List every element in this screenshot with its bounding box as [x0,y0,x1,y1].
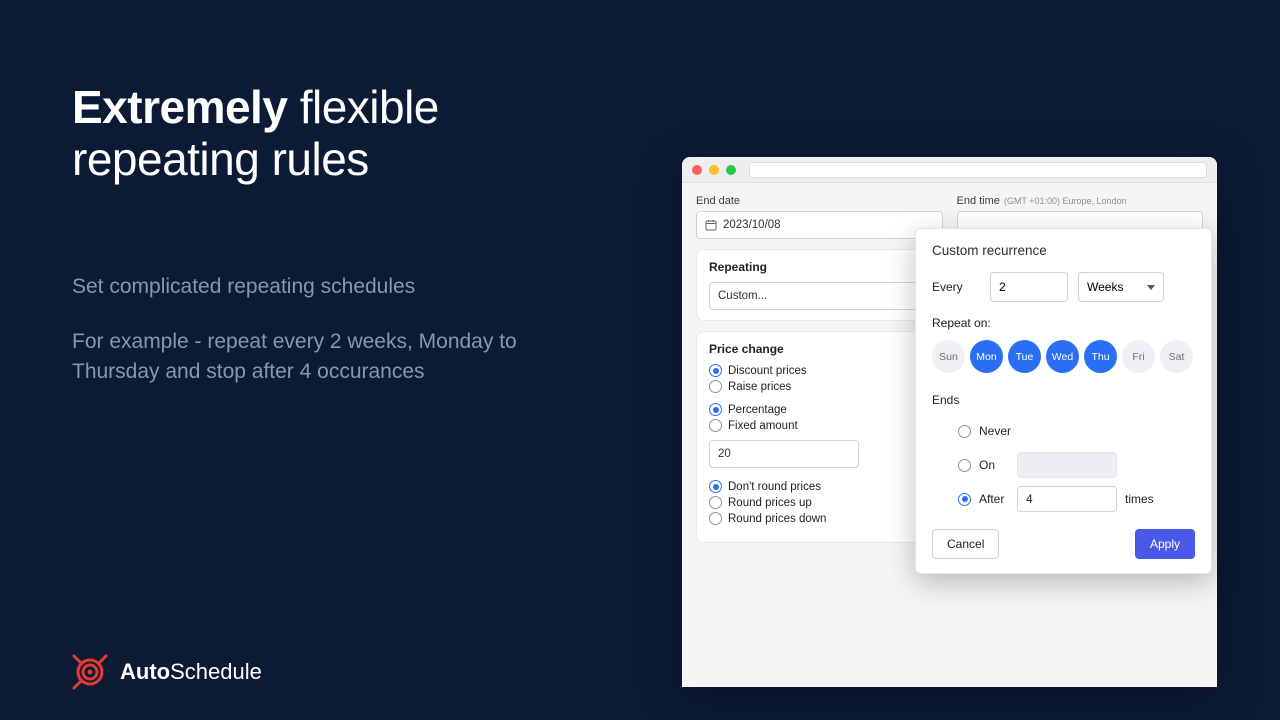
ends-on-date-input[interactable] [1017,452,1117,478]
end-date-input[interactable]: 2023/10/08 [696,211,943,239]
day-toggle-wed[interactable]: Wed [1046,340,1079,373]
day-toggle-sun[interactable]: Sun [932,340,965,373]
popover-title: Custom recurrence [932,243,1195,258]
every-input[interactable]: 2 [990,272,1068,302]
target-icon [72,654,108,690]
ends-after-option[interactable]: After 4 times [958,485,1195,513]
day-toggle-mon[interactable]: Mon [970,340,1003,373]
amount-input[interactable]: 20 [709,440,859,468]
calendar-icon [705,219,717,231]
radio-icon [958,493,971,506]
end-date-value: 2023/10/08 [723,219,781,231]
repeat-on-label: Repeat on: [932,316,1195,330]
unit-select[interactable]: Weeks [1078,272,1164,302]
subheading-2: For example - repeat every 2 weeks, Mond… [72,327,592,388]
ends-after-count-input[interactable]: 4 [1017,486,1117,512]
subheading-1: Set complicated repeating schedules [72,275,592,299]
radio-icon [709,419,722,432]
maximize-icon[interactable] [726,165,736,175]
every-label: Every [932,280,980,294]
window-titlebar [682,157,1217,183]
marketing-panel: Extremely flexible repeating rules Set c… [72,82,592,388]
timezone-hint: (GMT +01:00) Europe, London [1004,196,1127,206]
cancel-button[interactable]: Cancel [932,529,999,559]
radio-icon [709,480,722,493]
end-date-label: End date [696,195,943,207]
headline: Extremely flexible repeating rules [72,82,592,185]
day-toggle-thu[interactable]: Thu [1084,340,1117,373]
custom-recurrence-popover: Custom recurrence Every 2 Weeks Repeat o… [915,228,1212,574]
radio-icon [709,512,722,525]
apply-button[interactable]: Apply [1135,529,1195,559]
ends-label: Ends [932,393,1195,407]
radio-icon [709,403,722,416]
radio-icon [709,496,722,509]
chevron-down-icon [1147,285,1155,290]
address-bar[interactable] [749,162,1207,178]
radio-icon [958,459,971,472]
day-toggle-tue[interactable]: Tue [1008,340,1041,373]
radio-icon [709,364,722,377]
end-time-label: End time (GMT +01:00) Europe, London [957,195,1204,207]
day-picker: SunMonTueWedThuFriSat [932,340,1195,373]
ends-on-option[interactable]: On [958,451,1195,479]
day-toggle-sat[interactable]: Sat [1160,340,1193,373]
day-toggle-fri[interactable]: Fri [1122,340,1155,373]
close-icon[interactable] [692,165,702,175]
brand-logo: AutoSchedule [72,654,262,690]
headline-bold: Extremely [72,81,287,133]
brand-name: AutoSchedule [120,659,262,685]
radio-icon [709,380,722,393]
ends-never-option[interactable]: Never [958,417,1195,445]
radio-icon [958,425,971,438]
minimize-icon[interactable] [709,165,719,175]
